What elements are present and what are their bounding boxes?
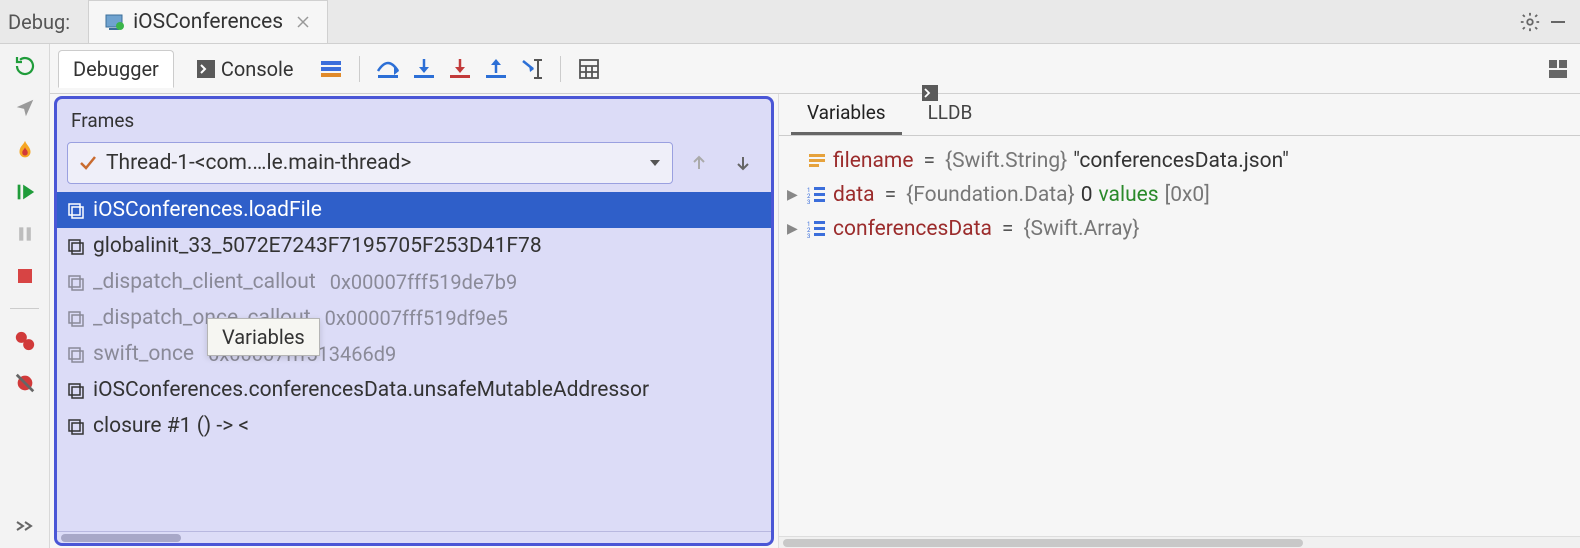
var-name: filename — [833, 149, 913, 173]
frame-row[interactable]: iOSConferences.conferencesData.unsafeMut… — [57, 372, 771, 408]
var-type: {Swift.String} — [945, 149, 1067, 173]
frame-icon — [67, 201, 85, 219]
expand-icon[interactable]: ▶ — [787, 187, 801, 203]
variable-row[interactable]: ▶ 123 data={Foundation.Data} 0 values [0x0… — [783, 178, 1576, 212]
frame-row[interactable]: globalinit_33_5072E7243F7195705F253D41F7… — [57, 228, 771, 264]
next-frame-icon[interactable] — [725, 145, 761, 181]
minimize-icon[interactable] — [1544, 8, 1572, 36]
var-value: 0 — [1081, 183, 1093, 207]
frame-text: swift_once — [93, 342, 194, 366]
evaluate-expression-icon[interactable] — [575, 55, 603, 83]
frames-list[interactable]: iOSConferences.loadFile globalinit_33_507… — [57, 192, 771, 531]
variables-h-scrollbar[interactable] — [779, 536, 1580, 548]
resume-icon[interactable] — [11, 178, 39, 206]
run-config-name: iOSConferences — [133, 10, 283, 34]
frame-row[interactable]: iOSConferences.loadFile — [57, 192, 771, 228]
separator — [359, 56, 360, 82]
frame-text: _dispatch_client_callout — [93, 270, 316, 294]
close-tab-icon[interactable] — [293, 12, 313, 32]
frame-address: 0x00007fff519df9e5 — [325, 306, 508, 330]
var-type: {Foundation.Data} — [906, 183, 1075, 207]
frames-header: Frames — [57, 99, 771, 142]
mute-breakpoints-icon[interactable] — [11, 369, 39, 397]
svg-text:3: 3 — [807, 233, 810, 239]
var-name: data — [833, 183, 875, 207]
app-icon — [103, 11, 125, 33]
chevron-down-icon — [648, 156, 662, 170]
frames-h-scrollbar[interactable] — [57, 531, 771, 543]
var-type-icon: 123 — [807, 185, 827, 205]
settings-gear-icon[interactable] — [1516, 8, 1544, 36]
frames-panel: Frames Thread-1-<com.…le.main-thread> — [54, 96, 774, 546]
more-icon[interactable] — [11, 512, 39, 540]
console-icon — [197, 60, 215, 78]
run-to-cursor-icon[interactable] — [518, 55, 546, 83]
separator — [560, 56, 561, 82]
var-value: "conferencesData.json" — [1073, 149, 1289, 173]
frame-row[interactable]: _dispatch_client_callout 0x00007fff519de7… — [57, 264, 771, 300]
stop-icon[interactable] — [11, 262, 39, 290]
frame-text: iOSConferences.loadFile — [93, 198, 322, 222]
var-type: {Swift.Array} — [1023, 217, 1139, 241]
var-type-icon — [807, 151, 827, 171]
tab-variables[interactable]: Variables — [791, 93, 902, 135]
var-tail: values — [1099, 183, 1159, 207]
frame-text: iOSConferences.conferencesData.unsafeMut… — [93, 378, 649, 402]
check-icon — [78, 153, 98, 173]
frame-row[interactable]: closure #1 () -> < — [57, 408, 771, 444]
debug-label: Debug: — [8, 10, 70, 34]
frame-icon — [67, 273, 85, 291]
frame-icon — [67, 417, 85, 435]
run-config-tab[interactable]: iOSConferences — [88, 0, 328, 43]
svg-text:3: 3 — [807, 199, 810, 205]
separator — [10, 308, 39, 309]
frame-row[interactable]: _dispatch_once_callout0x00007fff519df9e5 — [57, 300, 771, 336]
frame-icon — [67, 345, 85, 363]
tab-lldb[interactable]: LLDB — [906, 77, 989, 135]
view-breakpoints-icon[interactable] — [11, 327, 39, 355]
threads-icon[interactable] — [317, 55, 345, 83]
layout-settings-icon[interactable] — [1544, 55, 1572, 83]
var-name: conferencesData — [833, 217, 992, 241]
frame-icon — [67, 309, 85, 327]
frame-text: closure #1 () -> < — [93, 414, 249, 438]
frame-address: 0x00007fff519de7b9 — [330, 270, 518, 294]
thread-selector[interactable]: Thread-1-<com.…le.main-thread> — [67, 142, 673, 184]
equals: = — [998, 217, 1018, 241]
tab-debugger[interactable]: Debugger — [58, 50, 174, 88]
var-type-icon: 123 — [807, 219, 827, 239]
flame-icon[interactable] — [11, 136, 39, 164]
titlebar: Debug: iOSConferences — [0, 0, 1580, 44]
variable-row[interactable]: filename={Swift.String} "conferencesData… — [783, 144, 1576, 178]
force-step-into-icon[interactable] — [446, 55, 474, 83]
thread-name: Thread-1-<com.…le.main-thread> — [106, 151, 411, 175]
var-tail2: [0x0] — [1165, 183, 1210, 207]
expand-icon[interactable]: ▶ — [787, 221, 801, 237]
step-out-icon[interactable] — [482, 55, 510, 83]
equals: = — [881, 183, 901, 207]
variable-row[interactable]: ▶ 123 conferencesData={Swift.Array} — [783, 212, 1576, 246]
step-over-icon[interactable] — [374, 55, 402, 83]
equals: = — [919, 149, 939, 173]
tab-console[interactable]: Console — [182, 50, 309, 88]
prev-frame-icon[interactable] — [681, 145, 717, 181]
frame-text: globalinit_33_5072E7243F7195705F253D41F7… — [93, 234, 542, 258]
variables-panel: Variables LLDB filename={Swift.String} "… — [778, 94, 1580, 548]
step-into-icon[interactable] — [410, 55, 438, 83]
navigate-icon[interactable] — [11, 94, 39, 122]
console-icon — [922, 85, 973, 101]
frame-row[interactable]: swift_once0x00007fff513466d9 — [57, 336, 771, 372]
rerun-icon[interactable] — [11, 52, 39, 80]
left-toolbar — [0, 44, 50, 548]
tooltip: Variables — [207, 318, 320, 356]
frame-icon — [67, 381, 85, 399]
debugger-toolbar: Debugger Console — [50, 44, 1580, 94]
pause-icon[interactable] — [11, 220, 39, 248]
variables-list[interactable]: filename={Swift.String} "conferencesData… — [779, 136, 1580, 536]
frame-icon — [67, 237, 85, 255]
